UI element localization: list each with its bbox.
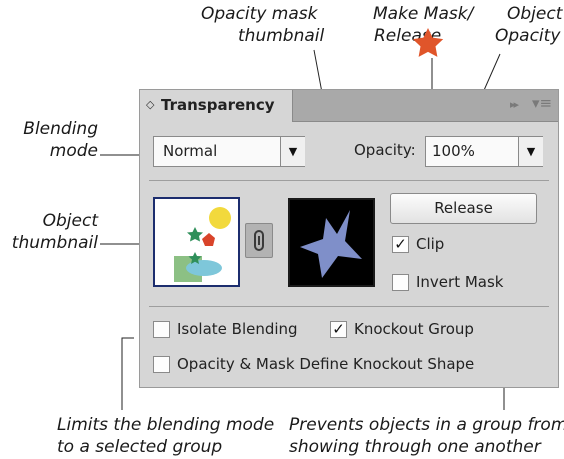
panel-tab-bar: ◇ Transparency ▸▸ ▾≡ — [140, 90, 558, 122]
callout-line: thumbnail — [238, 26, 325, 46]
divider — [149, 306, 549, 307]
object-opacity-callout: Object Opacity — [495, 3, 562, 47]
callout-line: Object — [507, 4, 563, 24]
opacity-label: Opacity: — [354, 141, 416, 159]
knockout-group-label: Knockout Group — [354, 320, 474, 338]
chevron-down-icon[interactable]: ▼ — [518, 137, 543, 166]
panel-menu-icon[interactable]: ▾≡ — [532, 94, 552, 112]
callout-line: mode — [49, 141, 98, 161]
divider — [149, 180, 549, 181]
knockout-group-checkbox[interactable]: ✓ — [330, 321, 347, 338]
link-icon — [254, 230, 264, 251]
invert-mask-label: Invert Mask — [416, 273, 504, 291]
isolate-blending-label: Isolate Blending — [177, 320, 298, 338]
blending-mode-callout: Blending mode — [22, 118, 98, 162]
opacity-mask-define-knockout-checkbox[interactable] — [153, 356, 170, 373]
callout-line: thumbnail — [11, 233, 98, 253]
release-button[interactable]: Release — [390, 193, 537, 224]
callout-line: Make Mask/ — [373, 4, 474, 24]
callout-line: Blending — [23, 119, 98, 139]
callout-line: Limits the blending mode — [57, 415, 275, 435]
isolate-blending-checkbox[interactable] — [153, 321, 170, 338]
callout-line: showing through one another — [289, 437, 541, 457]
opacity-mask-define-knockout-label: Opacity & Mask Define Knockout Shape — [177, 355, 475, 373]
opacity-field[interactable]: 100% ▼ — [425, 136, 543, 167]
tab-transparency[interactable]: ◇ Transparency — [140, 90, 293, 122]
invert-mask-checkbox[interactable] — [392, 274, 409, 291]
object-thumbnail-callout: Object thumbnail — [4, 210, 98, 254]
panel-title: Transparency — [161, 96, 275, 114]
object-thumbnail[interactable] — [153, 197, 240, 287]
callout-line: Opacity mask — [201, 4, 318, 24]
callout-line: to a selected group — [57, 437, 223, 457]
callout-line: Object — [42, 211, 98, 231]
opacity-mask-thumbnail[interactable] — [288, 198, 375, 287]
isolate-blending-callout: Limits the blending mode to a selected g… — [57, 414, 274, 458]
blend-mode-value: Normal — [163, 142, 218, 160]
make-mask-release-callout: Make Mask/ Release — [373, 3, 473, 47]
knockout-group-callout: Prevents objects in a group from showing… — [289, 414, 564, 458]
clip-checkbox[interactable]: ✓ — [392, 236, 409, 253]
chevron-down-icon[interactable]: ▼ — [280, 137, 305, 166]
opacity-value[interactable]: 100% — [432, 142, 475, 160]
callout-line: Opacity — [495, 26, 561, 46]
callout-line: Prevents objects in a group from — [289, 415, 564, 435]
transparency-panel: ◇ Transparency ▸▸ ▾≡ Normal ▼ Opacity: 1… — [139, 89, 559, 388]
object-artwork — [174, 207, 231, 282]
mask-star-icon — [300, 210, 362, 278]
panel-toggle-icon[interactable]: ◇ — [146, 98, 154, 111]
collapse-panel-icon[interactable]: ▸▸ — [510, 98, 519, 111]
mask-link-button[interactable] — [245, 223, 273, 258]
clip-label: Clip — [416, 235, 445, 253]
opacity-mask-thumbnail-callout: Opacity mask thumbnail — [201, 3, 324, 47]
callout-line: Release — [374, 26, 442, 46]
blend-mode-select[interactable]: Normal ▼ — [153, 136, 305, 167]
